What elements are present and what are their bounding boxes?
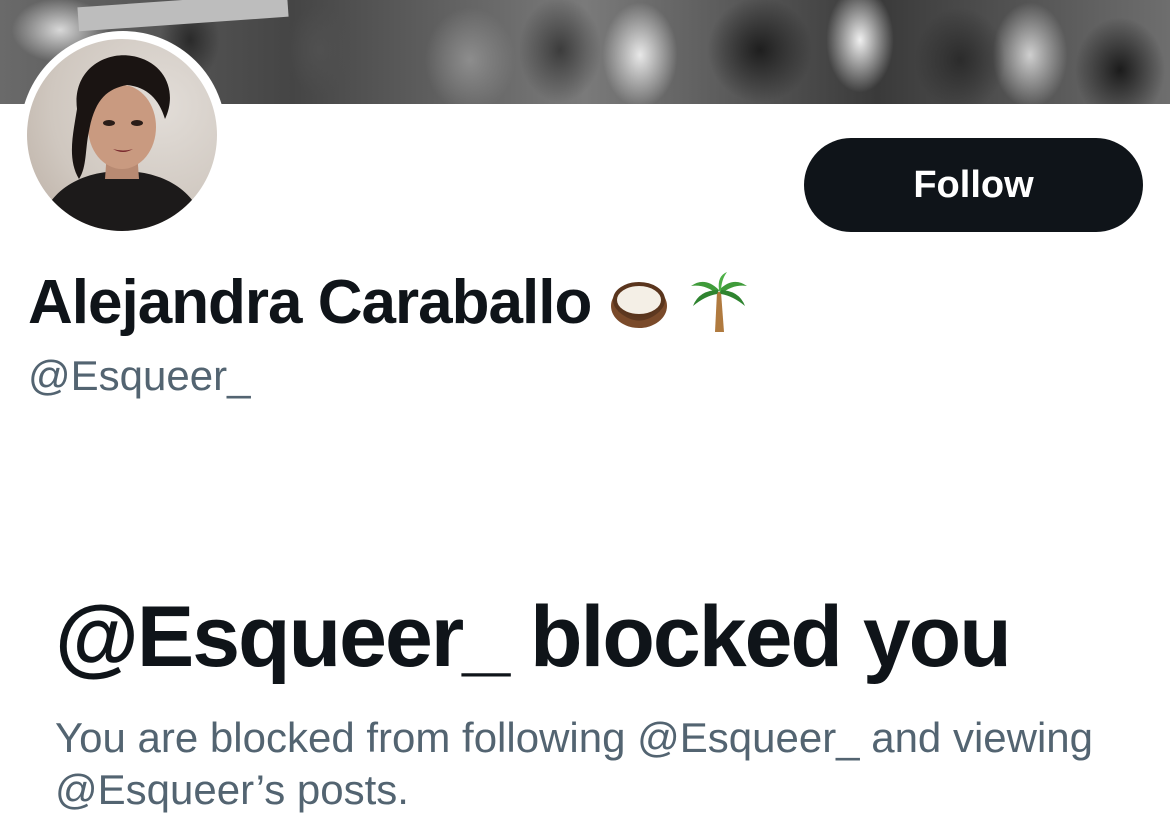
- profile-handle: @Esqueer_: [28, 352, 251, 399]
- avatar-portrait-icon: [37, 55, 207, 231]
- palm-tree-icon: [691, 272, 748, 332]
- blocked-description: You are blocked from following @Esqueer_…: [55, 714, 1094, 813]
- coconut-icon: [611, 282, 668, 328]
- profile-display-name: Alejandra Caraballo: [28, 262, 751, 342]
- banner-sign-shape: [77, 0, 289, 32]
- display-name-text: Alejandra Caraballo: [28, 267, 592, 337]
- blocked-heading: @Esqueer_ blocked you: [55, 589, 1012, 685]
- follow-button[interactable]: Follow: [804, 138, 1143, 232]
- avatar[interactable]: [27, 39, 217, 231]
